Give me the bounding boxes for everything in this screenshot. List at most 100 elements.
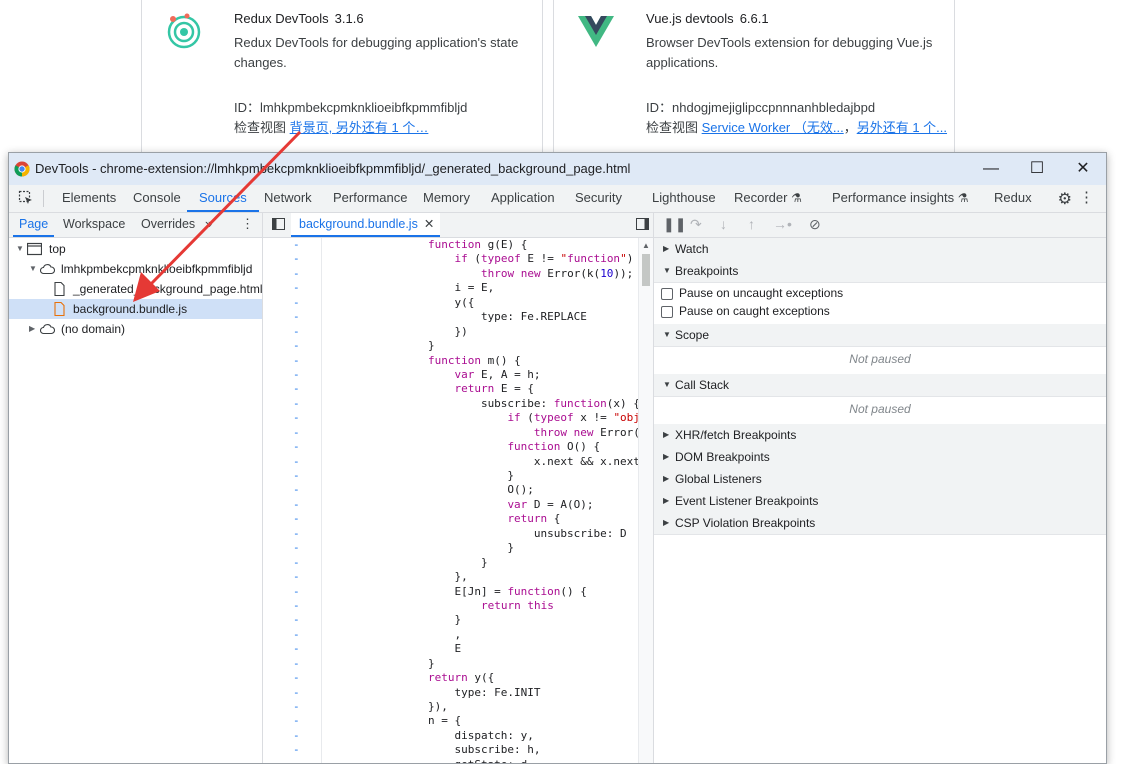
subtab-workspace[interactable]: Workspace: [63, 213, 125, 237]
tab-console[interactable]: Console: [133, 185, 181, 212]
more-views-link[interactable]: 另外还有 1 个...: [857, 120, 947, 135]
gutter-marker[interactable]: -: [263, 483, 321, 497]
scrollbar-thumb[interactable]: [642, 254, 650, 286]
service-worker-link[interactable]: Service Worker （无效...: [702, 120, 844, 135]
gutter-marker[interactable]: -: [263, 354, 321, 368]
gutter-marker[interactable]: -: [263, 498, 321, 512]
gutter-marker[interactable]: -: [263, 411, 321, 425]
tab-performance[interactable]: Performance: [333, 185, 407, 212]
event-listener-breakpoints-section[interactable]: ▶ Event Listener Breakpoints: [654, 490, 1106, 513]
gutter-marker[interactable]: -: [263, 527, 321, 541]
dom-breakpoints-section[interactable]: ▶ DOM Breakpoints: [654, 446, 1106, 469]
close-button[interactable]: ✕: [1060, 153, 1106, 185]
global-listeners-section[interactable]: ▶ Global Listeners: [654, 468, 1106, 491]
tree-item-top[interactable]: ▼ top: [9, 239, 262, 259]
gutter-marker[interactable]: -: [263, 440, 321, 454]
tab-application[interactable]: Application: [491, 185, 555, 212]
gutter-marker[interactable]: -: [263, 556, 321, 570]
csp-violation-breakpoints-section[interactable]: ▶ CSP Violation Breakpoints: [654, 512, 1106, 535]
subtab-overrides[interactable]: Overrides: [141, 213, 195, 237]
breakpoints-section[interactable]: ▼ Breakpoints: [654, 260, 1106, 283]
checkbox[interactable]: [661, 305, 673, 318]
background-page-link[interactable]: 背景页: [290, 120, 329, 135]
gutter-marker[interactable]: -: [263, 368, 321, 382]
gutter-marker[interactable]: -: [263, 426, 321, 440]
gutter-marker[interactable]: -: [263, 613, 321, 627]
step-over-icon[interactable]: ↷: [690, 216, 702, 233]
editor-scrollbar[interactable]: ▲: [638, 238, 653, 763]
gutter-marker[interactable]: -: [263, 310, 321, 324]
tree-item-background-page[interactable]: _generated_background_page.html: [9, 279, 262, 299]
tab-recorder[interactable]: Recorder ⚗: [734, 185, 802, 212]
gutter-marker[interactable]: -: [263, 758, 321, 763]
minimize-button[interactable]: —: [968, 153, 1014, 185]
gutter-marker[interactable]: -: [263, 382, 321, 396]
toggle-debugger-icon[interactable]: [636, 218, 649, 230]
call-stack-section[interactable]: ▼ Call Stack: [654, 374, 1106, 397]
gutter-marker[interactable]: -: [263, 541, 321, 555]
tab-lighthouse[interactable]: Lighthouse: [652, 185, 716, 212]
gutter-marker[interactable]: -: [263, 743, 321, 757]
gutter-marker[interactable]: -: [263, 642, 321, 656]
gutter-marker[interactable]: -: [263, 570, 321, 584]
settings-gear-icon[interactable]: ⚙: [1058, 189, 1072, 209]
tree-item-background-bundle[interactable]: background.bundle.js: [9, 299, 262, 319]
navigator-menu-icon[interactable]: ⋮: [241, 216, 254, 232]
pause-resume-icon[interactable]: ❚❚: [663, 216, 686, 233]
line-gutter[interactable]: -------------------------------------: [263, 238, 322, 763]
more-options-icon[interactable]: ⋮: [1079, 188, 1094, 206]
gutter-marker[interactable]: -: [263, 700, 321, 714]
tab-network[interactable]: Network: [264, 185, 312, 212]
tab-performance-insights[interactable]: Performance insights ⚗: [832, 185, 969, 212]
checkbox[interactable]: [661, 287, 673, 300]
pause-caught-checkbox[interactable]: Pause on caught exceptions: [661, 302, 830, 320]
maximize-button[interactable]: ☐: [1014, 153, 1060, 185]
gutter-marker[interactable]: -: [263, 296, 321, 310]
gutter-marker[interactable]: -: [263, 267, 321, 281]
expand-down-icon[interactable]: ▼: [29, 259, 37, 279]
tree-item-extension-origin[interactable]: ▼ lmhkpmbekcpmknklioeibfkpmmfibljd: [9, 259, 262, 279]
inspect-element-icon[interactable]: [18, 190, 34, 206]
step-icon[interactable]: →•: [773, 216, 792, 232]
file-tab[interactable]: background.bundle.js ✕: [291, 213, 441, 237]
toggle-navigator-icon[interactable]: [272, 218, 285, 230]
step-into-icon[interactable]: ↓: [720, 216, 727, 232]
tab-memory[interactable]: Memory: [423, 185, 470, 212]
gutter-marker[interactable]: -: [263, 686, 321, 700]
tab-elements[interactable]: Elements: [62, 185, 116, 212]
gutter-marker[interactable]: -: [263, 628, 321, 642]
gutter-marker[interactable]: -: [263, 671, 321, 685]
watch-section[interactable]: ▶ Watch: [654, 238, 1106, 261]
gutter-marker[interactable]: -: [263, 657, 321, 671]
gutter-marker[interactable]: -: [263, 729, 321, 743]
tab-sources[interactable]: Sources: [187, 185, 259, 212]
tree-item-no-domain[interactable]: ▶ (no domain): [9, 319, 262, 339]
scope-section[interactable]: ▼ Scope: [654, 324, 1106, 347]
gutter-marker[interactable]: -: [263, 281, 321, 295]
tab-security[interactable]: Security: [575, 185, 622, 212]
expand-right-icon[interactable]: ▶: [29, 319, 35, 339]
scroll-up-icon[interactable]: ▲: [642, 241, 650, 250]
subtab-page[interactable]: Page: [13, 213, 55, 237]
tab-redux[interactable]: Redux: [994, 185, 1032, 212]
more-subtabs-icon[interactable]: »: [205, 216, 212, 231]
gutter-marker[interactable]: -: [263, 339, 321, 353]
expand-down-icon[interactable]: ▼: [16, 239, 24, 259]
gutter-marker[interactable]: -: [263, 325, 321, 339]
gutter-marker[interactable]: -: [263, 252, 321, 266]
gutter-marker[interactable]: -: [263, 455, 321, 469]
code-content[interactable]: function g(E) { if (typeof E != "functio…: [322, 238, 639, 763]
gutter-marker[interactable]: -: [263, 714, 321, 728]
gutter-marker[interactable]: -: [263, 238, 321, 252]
more-views-link[interactable]: 另外还有 1 个…: [336, 120, 428, 135]
close-tab-icon[interactable]: ✕: [424, 217, 434, 231]
gutter-marker[interactable]: -: [263, 599, 321, 613]
gutter-marker[interactable]: -: [263, 397, 321, 411]
step-out-icon[interactable]: ↑: [748, 216, 755, 232]
gutter-marker[interactable]: -: [263, 469, 321, 483]
gutter-marker[interactable]: -: [263, 585, 321, 599]
gutter-marker[interactable]: -: [263, 512, 321, 526]
pause-uncaught-checkbox[interactable]: Pause on uncaught exceptions: [661, 284, 843, 302]
deactivate-breakpoints-icon[interactable]: ⊘: [809, 216, 821, 233]
window-titlebar[interactable]: DevTools - chrome-extension://lmhkpmbekc…: [9, 153, 1106, 185]
